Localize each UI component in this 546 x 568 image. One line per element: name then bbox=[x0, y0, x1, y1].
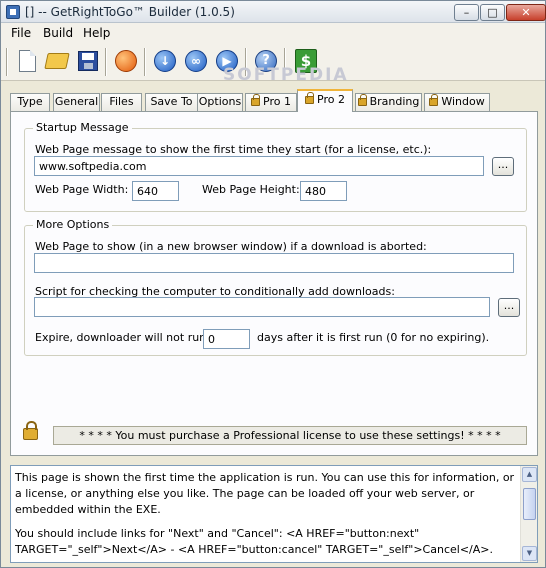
tab-window[interactable]: Window bbox=[424, 93, 490, 111]
maximize-button[interactable]: □ bbox=[480, 4, 505, 21]
tab-branding[interactable]: Branding bbox=[355, 93, 422, 111]
app-window: [] -- GetRightToGo™ Builder (1.0.5) – □ … bbox=[0, 0, 546, 568]
open-folder-icon bbox=[44, 53, 70, 69]
tab-label: General bbox=[54, 95, 99, 108]
save-button[interactable] bbox=[75, 48, 101, 74]
orange-action-button[interactable] bbox=[113, 48, 139, 74]
lock-icon bbox=[357, 94, 367, 106]
tab-type[interactable]: Type bbox=[10, 93, 50, 111]
expire-days-input[interactable]: 0 bbox=[203, 329, 250, 349]
menu-help[interactable]: Help bbox=[83, 26, 110, 40]
link-button[interactable]: ∞ bbox=[183, 48, 209, 74]
tab-label: Files bbox=[109, 95, 134, 108]
width-input[interactable]: 640 bbox=[132, 181, 179, 201]
download-button[interactable]: ↓ bbox=[152, 48, 178, 74]
group-title: More Options bbox=[33, 218, 113, 231]
lock-icon bbox=[23, 421, 38, 440]
abort-page-input[interactable] bbox=[34, 253, 514, 273]
toolbar-separator bbox=[144, 48, 146, 76]
tab-label: Pro 2 bbox=[317, 93, 345, 106]
save-icon bbox=[78, 51, 98, 71]
menu-file[interactable]: File bbox=[11, 26, 31, 40]
tab-pro-2[interactable]: Pro 2 bbox=[297, 89, 353, 112]
tab-general[interactable]: General bbox=[53, 93, 100, 111]
open-button[interactable] bbox=[44, 48, 70, 74]
height-input[interactable]: 480 bbox=[300, 181, 347, 201]
orange-action-icon bbox=[115, 50, 137, 72]
license-notice: * * * * You must purchase a Professional… bbox=[53, 426, 527, 445]
tab-options[interactable]: Options bbox=[197, 93, 243, 111]
toolbar-separator bbox=[6, 48, 8, 76]
expire-label: Expire, downloader will not run bbox=[35, 331, 207, 344]
scroll-up-icon[interactable]: ▲ bbox=[522, 467, 537, 482]
window-title: [] -- GetRightToGo™ Builder (1.0.5) bbox=[25, 5, 235, 19]
new-button[interactable] bbox=[14, 48, 40, 74]
startup-browse-button[interactable]: ... bbox=[492, 157, 514, 176]
tab-files[interactable]: Files bbox=[101, 93, 142, 111]
tab-label: Save To bbox=[150, 95, 193, 108]
menu-build[interactable]: Build bbox=[43, 26, 73, 40]
menu-bar: File Build Help bbox=[1, 23, 545, 43]
scroll-thumb[interactable] bbox=[523, 488, 536, 520]
script-browse-button[interactable]: ... bbox=[498, 298, 520, 317]
width-label: Web Page Width: bbox=[35, 183, 129, 196]
title-bar[interactable]: [] -- GetRightToGo™ Builder (1.0.5) – □ … bbox=[1, 1, 546, 23]
download-arrow-icon: ↓ bbox=[154, 50, 176, 72]
toolbar-separator bbox=[105, 48, 107, 76]
link-icon: ∞ bbox=[185, 50, 207, 72]
tab-label: Branding bbox=[369, 95, 420, 108]
tab-pro-1[interactable]: Pro 1 bbox=[245, 93, 297, 111]
tab-label: Options bbox=[198, 95, 242, 108]
group-title: Startup Message bbox=[33, 121, 132, 134]
app-icon bbox=[6, 5, 20, 19]
minimize-button[interactable]: – bbox=[454, 4, 479, 21]
startup-url-input[interactable]: www.softpedia.com bbox=[34, 156, 484, 176]
help-text: This page is shown the first time the ap… bbox=[15, 470, 519, 566]
lock-icon bbox=[429, 94, 439, 106]
tab-label: Type bbox=[17, 95, 43, 108]
help-paragraph: This page is shown the first time the ap… bbox=[15, 471, 515, 516]
tab-label: Pro 1 bbox=[263, 95, 291, 108]
help-paragraph: You should include links for "Next" and … bbox=[15, 527, 493, 556]
watermark: SOFTPEDIA bbox=[223, 65, 349, 85]
vertical-scrollbar[interactable]: ▲ ▼ bbox=[520, 466, 537, 562]
tab-save-to[interactable]: Save To bbox=[145, 93, 198, 111]
lock-icon bbox=[251, 94, 261, 106]
scroll-down-icon[interactable]: ▼ bbox=[522, 546, 537, 561]
expire-suffix-label: days after it is first run (0 for no exp… bbox=[257, 331, 490, 344]
script-input[interactable] bbox=[34, 297, 490, 317]
lock-icon bbox=[305, 92, 315, 104]
tab-label: Window bbox=[441, 95, 485, 108]
help-description-box[interactable]: This page is shown the first time the ap… bbox=[10, 465, 538, 563]
close-button[interactable]: ✕ bbox=[506, 4, 546, 21]
height-label: Web Page Height: bbox=[202, 183, 300, 196]
abort-page-label: Web Page to show (in a new browser windo… bbox=[35, 240, 427, 253]
new-file-icon bbox=[18, 50, 36, 72]
startup-url-label: Web Page message to show the first time … bbox=[35, 143, 432, 156]
